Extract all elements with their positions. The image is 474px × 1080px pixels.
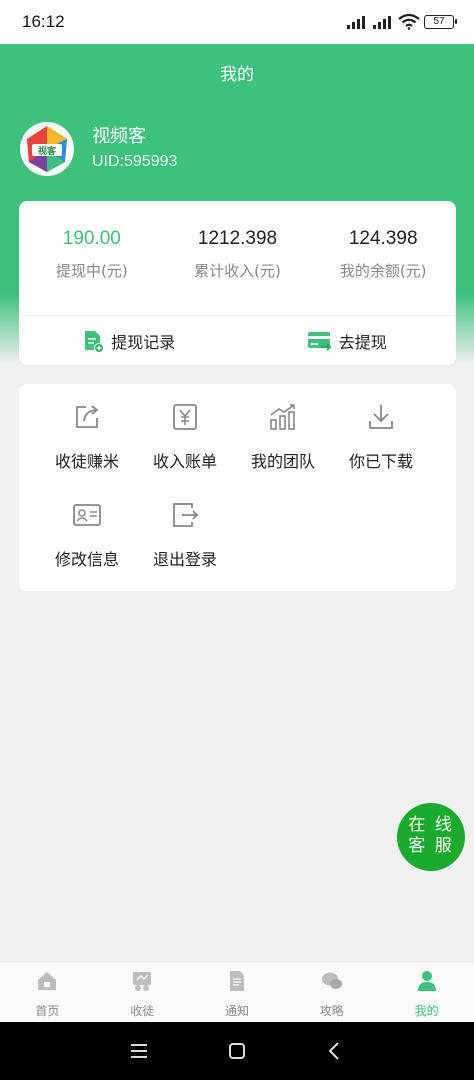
menu-label: 修改信息 (54, 550, 119, 569)
person-icon (417, 971, 436, 991)
tab-label: 通知 (224, 1004, 249, 1018)
signal-icon (373, 16, 391, 29)
menu-icon[interactable] (129, 1042, 149, 1060)
menu-item-logout[interactable]: 退出登录 (136, 500, 234, 598)
menu-label: 你已下载 (348, 452, 413, 471)
page-title: 我的 (220, 65, 254, 85)
action-row: 提现记录 去提现 (19, 316, 456, 365)
stat-label: 我的余额(元) (339, 262, 427, 280)
status-time: 16:12 (22, 12, 65, 31)
bar-chart-icon (270, 404, 295, 430)
back-icon[interactable] (325, 1041, 345, 1061)
menu-item-downloaded[interactable]: 你已下载 (332, 402, 430, 500)
online-service-line1: 在 线 (408, 815, 454, 835)
apprentice-icon (133, 972, 152, 991)
withdraw-label: 去提现 (338, 332, 387, 352)
menu-item-edit-info[interactable]: 修改信息 (38, 500, 136, 598)
tab-label: 攻略 (319, 1004, 344, 1018)
tab-guide[interactable]: 攻略 (284, 962, 379, 1022)
stats-row: 190.00 提现中(元) 1212.398 累计收入(元) 124.398 我… (19, 201, 456, 316)
avatar[interactable]: 视客 (20, 122, 74, 176)
tab-home[interactable]: 首页 (0, 962, 95, 1022)
status-bar: 16:12 57 (0, 0, 474, 44)
stat-total-income: 1212.398 累计收入(元) (165, 201, 311, 315)
menu-label: 收徒赚米 (54, 452, 119, 471)
card-icon (307, 331, 332, 351)
menu-label: 退出登录 (152, 550, 217, 569)
online-service-button[interactable]: 在 线 客 服 (397, 803, 465, 871)
menu-item-income-bill[interactable]: 收入账单 (136, 402, 234, 500)
status-icons: 57 (346, 14, 457, 30)
bottom-tab-bar: 首页 收徒 通知 攻略 我的 (0, 961, 474, 1022)
user-name: 视频客 (92, 126, 146, 147)
stat-balance: 124.398 我的余额(元) (310, 201, 456, 315)
stat-withdrawing: 190.00 提现中(元) (19, 201, 165, 315)
tab-label: 首页 (35, 1004, 60, 1018)
download-icon (369, 405, 393, 429)
document-icon (229, 971, 244, 991)
menu-label: 我的团队 (250, 452, 315, 471)
wifi-icon (398, 14, 420, 30)
online-service-line2: 客 服 (408, 836, 454, 856)
tab-label: 收徒 (130, 1004, 155, 1018)
id-card-icon (73, 504, 101, 526)
document-add-icon (85, 330, 105, 353)
logout-icon (173, 503, 199, 527)
tab-notice[interactable]: 通知 (190, 962, 285, 1022)
menu-card: 收徒赚米 收入账单 我的团队 你已下载 修改信息 退出登录 (19, 384, 456, 591)
tab-label: 我的 (414, 1004, 439, 1018)
stat-value: 124.398 (348, 228, 418, 249)
home-icon (38, 972, 57, 990)
home-button-icon[interactable] (227, 1041, 247, 1061)
tab-mine[interactable]: 我的 (379, 962, 474, 1022)
withdraw-button[interactable]: 去提现 (238, 316, 457, 365)
battery-indicator: 57 (424, 15, 457, 29)
yen-icon (173, 404, 197, 430)
user-uid: UID:595993 (92, 153, 178, 170)
chat-icon (321, 972, 342, 989)
stat-value: 1212.398 (197, 228, 278, 249)
withdraw-record-label: 提现记录 (111, 332, 176, 352)
balance-card: 190.00 提现中(元) 1212.398 累计收入(元) 124.398 我… (19, 201, 456, 365)
stat-label: 累计收入(元) (194, 262, 281, 280)
signal-icon (347, 16, 365, 29)
menu-item-my-team[interactable]: 我的团队 (234, 402, 332, 500)
withdraw-record-button[interactable]: 提现记录 (19, 316, 238, 365)
tab-apprentice[interactable]: 收徒 (95, 962, 190, 1022)
menu-grid: 收徒赚米 收入账单 我的团队 你已下载 修改信息 退出登录 (19, 402, 456, 598)
system-navigation-bar (0, 1022, 474, 1080)
stat-label: 提现中(元) (55, 262, 128, 280)
stat-value: 190.00 (62, 228, 121, 249)
menu-item-recruit[interactable]: 收徒赚米 (38, 402, 136, 500)
avatar-logo-icon: 视客 (21, 123, 73, 175)
menu-label: 收入账单 (152, 452, 217, 471)
svg-text:视客: 视客 (38, 145, 57, 157)
share-icon (76, 405, 99, 428)
